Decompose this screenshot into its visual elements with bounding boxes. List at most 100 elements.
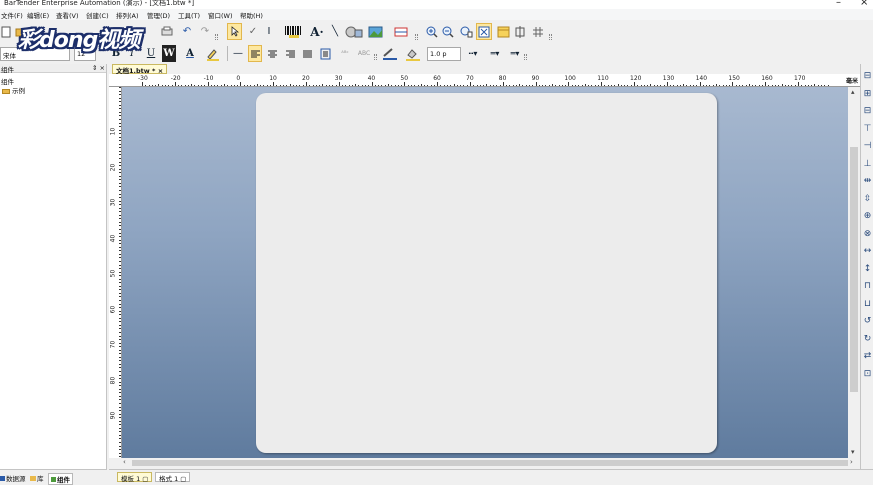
line-style-icon[interactable]: ┅▾	[464, 45, 482, 62]
justify-icon[interactable]	[300, 45, 314, 62]
group-icon[interactable]: ⊡	[862, 367, 873, 381]
zoom-page-icon[interactable]	[458, 23, 474, 40]
line-icon[interactable]: ╲	[328, 23, 342, 40]
underline-button[interactable]: U	[145, 45, 157, 62]
ruler-label: 60	[109, 305, 117, 313]
scroll-left-icon[interactable]: ‹	[123, 458, 126, 466]
menu-create[interactable]: 创建(C)	[86, 10, 109, 20]
document-tab-bar: 文档1.btw * ×	[109, 64, 873, 75]
text-color-button[interactable]: A	[183, 45, 197, 62]
shape-icon[interactable]	[344, 23, 364, 40]
distribute-h-icon[interactable]: ⇹	[862, 174, 873, 188]
line-color-icon[interactable]	[381, 45, 399, 62]
ruler-label: 20	[302, 75, 310, 82]
align-bottom-edge-icon[interactable]: ⊥	[862, 157, 873, 171]
scroll-up-icon[interactable]: ▴	[851, 88, 855, 96]
bring-front-icon[interactable]: ⊓	[862, 279, 873, 293]
undo-icon[interactable]: ↶	[180, 23, 194, 40]
menu-view[interactable]: 查看(V)	[56, 10, 79, 20]
ruler-label: 70	[466, 75, 474, 82]
align-left-icon[interactable]	[248, 45, 262, 62]
same-width-icon[interactable]: ↔	[862, 244, 873, 258]
menu-tools[interactable]: 工具(T)	[178, 10, 200, 20]
horizontal-ruler: 毫米 -30 -20 -10 0 10 20 30 40 50 60 70 80 90 100 110 120…	[109, 74, 860, 87]
eyedropper-icon[interactable]: ✓	[246, 23, 260, 40]
send-back-icon[interactable]: ⊔	[862, 297, 873, 311]
menu-file[interactable]: 文件(F)	[1, 10, 23, 20]
vertical-justify-icon[interactable]	[318, 45, 332, 62]
arc-text-icon[interactable]: ᴬᴮᶜ	[336, 45, 354, 62]
same-height-icon[interactable]: ↕	[862, 262, 873, 276]
fit-page-icon[interactable]	[476, 23, 492, 40]
scroll-right-icon[interactable]: ›	[850, 458, 853, 466]
template-icon[interactable]	[496, 23, 510, 40]
tab-format-1[interactable]: 格式 1 ▢	[155, 472, 191, 483]
flip-icon[interactable]: ⇄	[862, 349, 873, 363]
center-page-h-icon[interactable]: ⊕	[862, 209, 873, 223]
scroll-thumb[interactable]	[850, 147, 858, 392]
zoom-out-icon[interactable]	[441, 23, 455, 40]
ruler-label: 30	[109, 198, 117, 207]
distribute-v-icon[interactable]: ⇳	[862, 192, 873, 206]
rotate-left-icon[interactable]: ↺	[862, 314, 873, 328]
center-page-v-icon[interactable]: ⊗	[862, 227, 873, 241]
toolbar-grip	[374, 54, 377, 60]
menu-arrange[interactable]: 排列(A)	[116, 10, 139, 20]
horizontal-scrollbar[interactable]: ‹ ›	[122, 458, 860, 468]
align-center-v-icon[interactable]: ⊣	[862, 139, 873, 153]
panel-title: 组件	[1, 66, 14, 74]
grid-icon[interactable]	[531, 23, 545, 40]
close-window-button[interactable]: ×	[860, 0, 868, 8]
align-center-h-icon[interactable]: ⊞	[862, 87, 873, 101]
highlight-color-icon[interactable]	[204, 45, 222, 62]
menu-help[interactable]: 帮助(H)	[240, 10, 263, 20]
align-top-edge-icon[interactable]: ⊤	[862, 122, 873, 136]
scroll-thumb[interactable]	[132, 460, 848, 466]
text-object-icon[interactable]: A·	[308, 23, 326, 40]
document-tab[interactable]: 文档1.btw * ×	[112, 64, 168, 75]
menu-edit[interactable]: 编辑(E)	[27, 10, 49, 20]
text-cursor-icon[interactable]: I	[263, 23, 275, 40]
select-pointer-icon[interactable]	[227, 23, 242, 40]
print-icon[interactable]	[160, 23, 174, 40]
tab-template-1[interactable]: 模板 1 ▢	[117, 472, 153, 483]
ruler-label: 170	[794, 75, 806, 82]
ruler-label: -10	[203, 75, 214, 82]
new-document-icon[interactable]	[0, 23, 12, 40]
redo-icon[interactable]: ↷	[198, 23, 212, 40]
tab-library[interactable]: 库	[30, 473, 44, 483]
menu-manage[interactable]: 管理(D)	[147, 10, 170, 20]
ruler-label: 20	[109, 163, 117, 171]
line-join-icon[interactable]: ═▾	[506, 45, 524, 62]
vertical-ruler: 10 20 30 40 50 60 70 80 90	[109, 87, 122, 458]
fill-color-icon[interactable]	[404, 45, 422, 62]
align-center-icon[interactable]	[265, 45, 279, 62]
tree-item-examples[interactable]: 示例	[2, 85, 25, 95]
reverse-text-button[interactable]: W	[162, 45, 176, 62]
tab-components[interactable]: 组件	[48, 473, 73, 485]
grid-line-icon[interactable]	[392, 23, 412, 40]
dash-icon[interactable]: —	[233, 45, 243, 62]
arc-text-down-icon[interactable]: ABC	[356, 45, 372, 62]
zoom-in-icon[interactable]	[425, 23, 439, 40]
barcode-icon[interactable]	[283, 23, 305, 40]
label-template-page[interactable]	[256, 93, 717, 453]
picture-icon[interactable]	[367, 23, 389, 40]
align-left-edge-icon[interactable]: ⊟	[862, 69, 873, 83]
minimize-button[interactable]: –	[836, 0, 841, 8]
line-end-icon[interactable]: ═▾	[486, 45, 504, 62]
components-icon	[51, 477, 56, 482]
vertical-scrollbar[interactable]: ▴ ▾	[848, 87, 860, 458]
watermark-logo: 彩dong视频	[18, 28, 140, 53]
rotate-right-icon[interactable]: ↻	[862, 332, 873, 346]
align-icon[interactable]	[513, 23, 527, 40]
align-right-edge-icon[interactable]: ⊟	[862, 104, 873, 118]
tab-data-sources[interactable]: 数据源	[0, 473, 26, 483]
scroll-down-icon[interactable]: ▾	[851, 448, 855, 456]
design-canvas[interactable]	[122, 87, 848, 458]
align-right-icon[interactable]	[283, 45, 297, 62]
menu-window[interactable]: 窗口(W)	[208, 10, 233, 20]
right-tool-panel: ⊟ ⊞ ⊟ ⊤ ⊣ ⊥ ⇹ ⇳ ⊕ ⊗ ↔ ↕ ⊓ ⊔ ↺ ↻ ⇄ ⊡	[860, 64, 873, 469]
panel-pin-close[interactable]: ⇕ ×	[92, 64, 105, 72]
line-width-combo[interactable]: 1.0 p	[427, 47, 461, 61]
